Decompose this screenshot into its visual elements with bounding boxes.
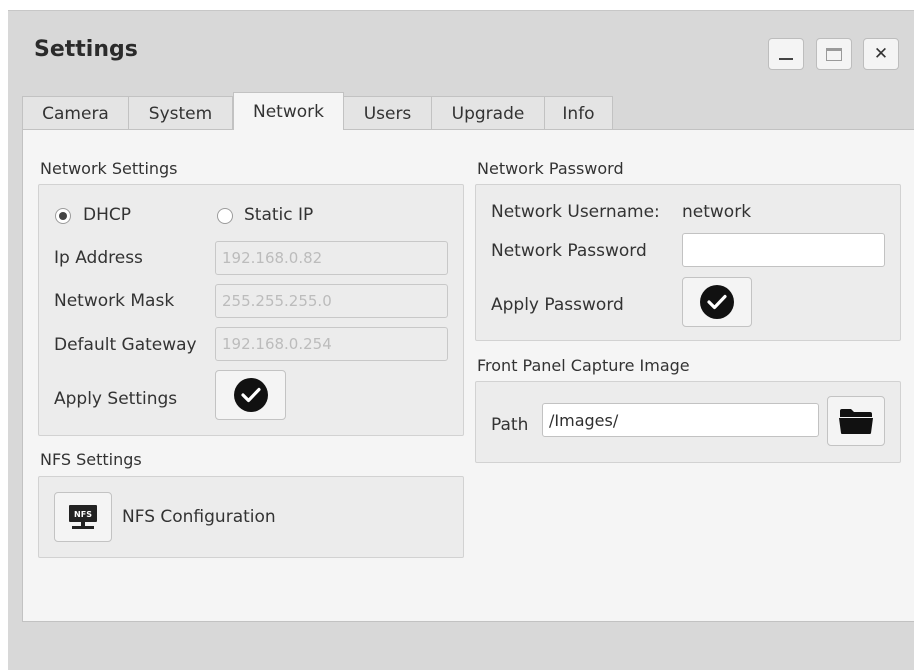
minimize-button[interactable] [768, 38, 804, 70]
ip-address-label: Ip Address [54, 248, 143, 268]
network-mask-label: Network Mask [54, 291, 175, 311]
folder-icon [839, 409, 873, 434]
network-username-value: network [682, 202, 752, 222]
tab-network[interactable]: Network [233, 92, 344, 130]
browse-folder-button[interactable] [827, 396, 885, 446]
network-username-label: Network Username: [491, 202, 660, 222]
tab-bar: Camera System Network Users Upgrade Info [22, 92, 613, 130]
default-gateway-label: Default Gateway [54, 335, 197, 355]
apply-password-label: Apply Password [491, 295, 624, 315]
apply-password-button[interactable] [682, 277, 752, 327]
static-ip-label: Static IP [244, 205, 314, 225]
dhcp-label: DHCP [83, 205, 131, 225]
tab-system[interactable]: System [129, 96, 233, 130]
network-password-label: Network Password [491, 241, 647, 261]
close-icon: ✕ [873, 44, 889, 64]
default-gateway-field[interactable]: 192.168.0.254 [215, 327, 448, 361]
capture-image-heading: Front Panel Capture Image [477, 356, 690, 375]
network-tab-panel: Network Settings DHCP Static IP Ip Addre… [22, 129, 914, 622]
network-settings-heading: Network Settings [40, 159, 178, 178]
maximize-icon [826, 47, 842, 61]
checkmark-icon [233, 378, 268, 412]
capture-image-group: Path /Images/ [475, 381, 901, 463]
network-password-group: Network Username: network Network Passwo… [475, 184, 901, 341]
network-settings-group: DHCP Static IP Ip Address 192.168.0.82 N… [38, 184, 464, 436]
nfs-settings-heading: NFS Settings [40, 450, 142, 469]
nfs-configuration-button[interactable]: NFS [54, 492, 112, 542]
static-ip-radio[interactable] [217, 208, 233, 224]
close-button[interactable]: ✕ [863, 38, 899, 70]
path-input[interactable]: /Images/ [542, 403, 819, 437]
ip-address-field[interactable]: 192.168.0.82 [215, 241, 448, 275]
nfs-configuration-label: NFS Configuration [122, 507, 276, 527]
path-label: Path [491, 415, 529, 435]
tab-upgrade[interactable]: Upgrade [432, 96, 545, 130]
nfs-server-icon: NFS [69, 505, 97, 529]
dhcp-radio[interactable] [55, 208, 71, 224]
nfs-icon-text: NFS [74, 510, 92, 519]
network-password-input[interactable] [682, 233, 885, 267]
apply-settings-button[interactable] [215, 370, 286, 420]
tab-camera[interactable]: Camera [22, 96, 129, 130]
network-mask-field[interactable]: 255.255.255.0 [215, 284, 448, 318]
minimize-icon [779, 58, 793, 60]
network-password-heading: Network Password [477, 159, 624, 178]
checkmark-icon [700, 285, 734, 319]
maximize-button[interactable] [816, 38, 852, 70]
settings-window: Settings ✕ Camera System Network Users U… [8, 10, 914, 670]
tab-info[interactable]: Info [545, 96, 613, 130]
window-title: Settings [34, 37, 138, 62]
apply-settings-label: Apply Settings [54, 389, 178, 409]
nfs-settings-group: NFS NFS Configuration [38, 476, 464, 558]
tab-users[interactable]: Users [344, 96, 432, 130]
